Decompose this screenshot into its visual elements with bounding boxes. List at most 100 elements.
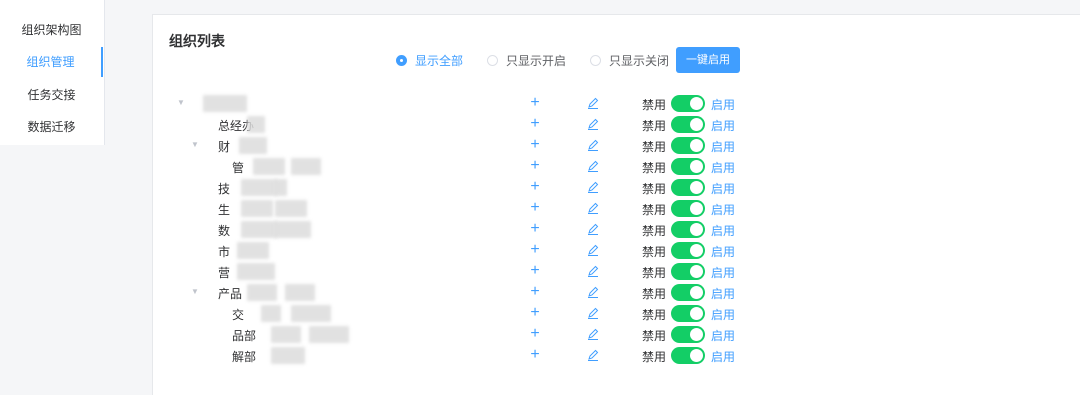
filter-label: 显示全部: [415, 53, 464, 68]
pencil-icon[interactable]: [586, 348, 600, 362]
pencil-icon[interactable]: [586, 159, 600, 173]
enable-switch[interactable]: [671, 284, 705, 301]
pencil-icon[interactable]: [586, 285, 600, 299]
disable-label: 禁用: [642, 224, 667, 238]
disable-label: 禁用: [642, 203, 667, 217]
redaction-blur: [241, 221, 277, 238]
enable-switch[interactable]: [671, 200, 705, 217]
enable-switch[interactable]: [671, 305, 705, 322]
plus-icon[interactable]: +: [529, 345, 541, 366]
plus-icon[interactable]: +: [529, 198, 541, 219]
enable-label: 启用: [711, 308, 736, 322]
enable-switch[interactable]: [671, 221, 705, 238]
caret-down-icon[interactable]: ▼: [191, 140, 199, 149]
plus-icon[interactable]: +: [529, 93, 541, 114]
tree-row: 营 + 禁用 启用: [153, 261, 1080, 282]
switch-knob: [690, 97, 703, 110]
redaction-blur: [285, 284, 315, 301]
caret-down-icon[interactable]: ▼: [177, 98, 185, 107]
tree-row: 技 + 禁用 启用: [153, 177, 1080, 198]
enable-switch[interactable]: [671, 95, 705, 112]
plus-icon[interactable]: +: [529, 282, 541, 303]
switch-knob: [690, 286, 703, 299]
enable-switch[interactable]: [671, 158, 705, 175]
plus-icon[interactable]: +: [529, 240, 541, 261]
plus-icon[interactable]: +: [529, 177, 541, 198]
pencil-icon[interactable]: [586, 264, 600, 278]
org-name: 品部: [232, 329, 257, 343]
switch-knob: [690, 307, 703, 320]
switch-knob: [690, 265, 703, 278]
enable-switch[interactable]: [671, 263, 705, 280]
enable-switch[interactable]: [671, 347, 705, 364]
pencil-icon[interactable]: [586, 180, 600, 194]
enable-switch[interactable]: [671, 137, 705, 154]
sidebar-item-org-chart[interactable]: 组织架构图: [0, 15, 103, 45]
redaction-blur: [275, 200, 307, 217]
disable-label: 禁用: [642, 266, 667, 280]
pencil-icon[interactable]: [586, 222, 600, 236]
radio-dot-icon: [487, 54, 499, 66]
plus-icon[interactable]: +: [529, 114, 541, 135]
disable-label: 禁用: [642, 287, 667, 301]
switch-knob: [690, 139, 703, 152]
sidebar-item-data-migration[interactable]: 数据迁移: [0, 112, 103, 142]
plus-icon[interactable]: +: [529, 135, 541, 156]
pencil-icon[interactable]: [586, 117, 600, 131]
org-name: 管: [232, 161, 245, 175]
redaction-blur: [237, 242, 269, 259]
pencil-icon[interactable]: [586, 138, 600, 152]
enable-switch[interactable]: [671, 179, 705, 196]
redaction-blur: [275, 221, 311, 238]
enable-label: 启用: [711, 329, 736, 343]
tree-row: 生 + 禁用 启用: [153, 198, 1080, 219]
pencil-icon[interactable]: [586, 306, 600, 320]
redaction-blur: [239, 137, 267, 154]
plus-icon[interactable]: +: [529, 156, 541, 177]
enable-label: 启用: [711, 98, 736, 112]
sidebar-item-org-management[interactable]: 组织管理: [0, 47, 103, 77]
redaction-blur: [291, 305, 331, 322]
enable-switch[interactable]: [671, 326, 705, 343]
disable-label: 禁用: [642, 98, 667, 112]
radio-dot-icon: [396, 54, 407, 66]
filter-radio-group: 显示全部 只显示开启 只显示关闭: [396, 48, 693, 72]
org-name: 产品: [218, 287, 243, 301]
pencil-icon[interactable]: [586, 96, 600, 110]
redaction-blur: [237, 263, 275, 280]
disable-label: 禁用: [642, 245, 667, 259]
disable-label: 禁用: [642, 182, 667, 196]
plus-icon[interactable]: +: [529, 261, 541, 282]
pencil-icon[interactable]: [586, 201, 600, 215]
switch-knob: [690, 202, 703, 215]
redaction-blur: [261, 305, 281, 322]
caret-down-icon[interactable]: ▼: [191, 287, 199, 296]
enable-label: 启用: [711, 266, 736, 280]
filter-show-all[interactable]: 显示全部: [396, 52, 463, 69]
org-name: 解部: [232, 350, 257, 364]
pencil-icon[interactable]: [586, 243, 600, 257]
tree-row: ▼ 财 + 禁用 启用: [153, 135, 1080, 156]
disable-label: 禁用: [642, 161, 667, 175]
enable-label: 启用: [711, 350, 736, 364]
enable-label: 启用: [711, 224, 736, 238]
plus-icon[interactable]: +: [529, 303, 541, 324]
sidebar-item-task-handover[interactable]: 任务交接: [0, 80, 103, 110]
switch-knob: [690, 181, 703, 194]
enable-label: 启用: [711, 245, 736, 259]
tree-row: 品部 + 禁用 启用: [153, 324, 1080, 345]
tree-row: 交 + 禁用 启用: [153, 303, 1080, 324]
enable-switch[interactable]: [671, 242, 705, 259]
plus-icon[interactable]: +: [529, 219, 541, 240]
switch-knob: [690, 244, 703, 257]
plus-icon[interactable]: +: [529, 324, 541, 345]
switch-knob: [690, 118, 703, 131]
enable-label: 启用: [711, 287, 736, 301]
enable-all-button[interactable]: 一键启用: [676, 47, 740, 73]
page-title: 组织列表: [169, 33, 225, 49]
filter-show-enabled[interactable]: 只显示开启: [487, 52, 566, 69]
pencil-icon[interactable]: [586, 327, 600, 341]
enable-switch[interactable]: [671, 116, 705, 133]
filter-show-disabled[interactable]: 只显示关闭: [590, 52, 669, 69]
enable-label: 启用: [711, 203, 736, 217]
